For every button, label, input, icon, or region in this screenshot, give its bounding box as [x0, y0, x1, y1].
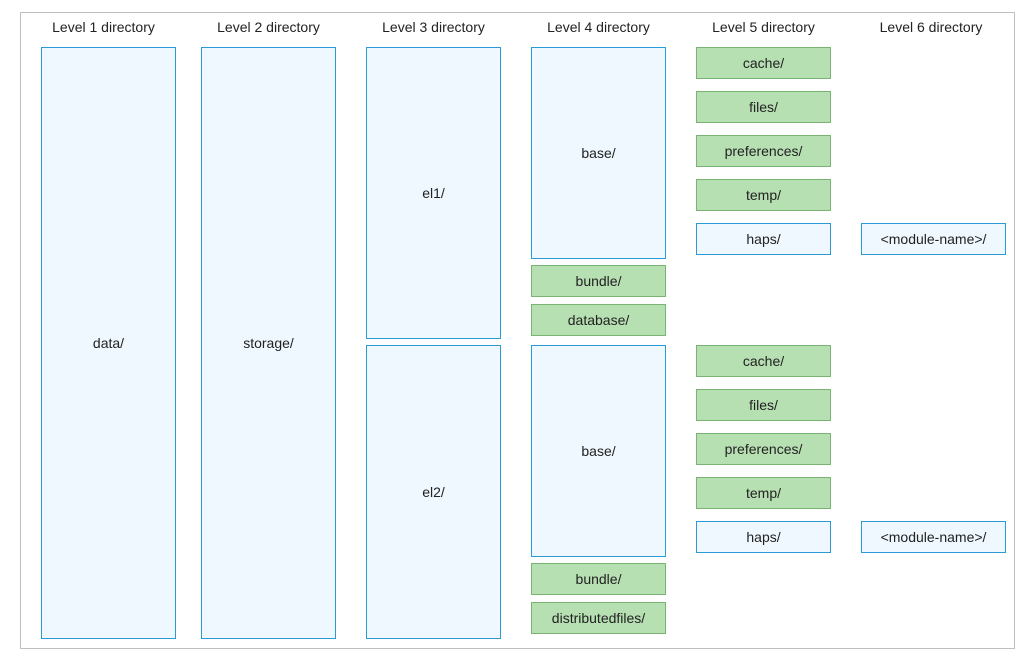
dir-el2-preferences: preferences/	[696, 433, 831, 465]
diagram-frame: Level 1 directory data/ Level 2 director…	[20, 12, 1015, 649]
dir-el2: el2/	[366, 345, 501, 639]
dir-el1-files: files/	[696, 91, 831, 123]
dir-el2-cache: cache/	[696, 345, 831, 377]
col-level-6: Level 6 directory <module-name>/ <module…	[846, 13, 1016, 648]
dir-el2-distributedfiles: distributedfiles/	[531, 602, 666, 634]
dir-data: data/	[41, 47, 176, 639]
dir-el1-cache: cache/	[696, 47, 831, 79]
dir-el1-base: base/	[531, 47, 666, 259]
dir-el2-module-name: <module-name>/	[861, 521, 1006, 553]
col-level-1: Level 1 directory data/	[21, 13, 186, 648]
dir-el2-haps: haps/	[696, 521, 831, 553]
dir-el1-bundle: bundle/	[531, 265, 666, 297]
col-level-4: Level 4 directory base/ bundle/ database…	[516, 13, 681, 648]
dir-el1-database: database/	[531, 304, 666, 336]
dir-el1-preferences: preferences/	[696, 135, 831, 167]
header-level-6: Level 6 directory	[846, 19, 1016, 35]
header-level-1: Level 1 directory	[21, 19, 186, 35]
header-level-2: Level 2 directory	[186, 19, 351, 35]
dir-el2-base: base/	[531, 345, 666, 557]
dir-el1-temp: temp/	[696, 179, 831, 211]
dir-el2-bundle: bundle/	[531, 563, 666, 595]
dir-el2-temp: temp/	[696, 477, 831, 509]
header-level-5: Level 5 directory	[681, 19, 846, 35]
header-level-3: Level 3 directory	[351, 19, 516, 35]
col-level-3: Level 3 directory el1/ el2/	[351, 13, 516, 648]
header-level-4: Level 4 directory	[516, 19, 681, 35]
diagram-canvas: Level 1 directory data/ Level 2 director…	[0, 0, 1035, 661]
dir-el2-files: files/	[696, 389, 831, 421]
col-level-2: Level 2 directory storage/	[186, 13, 351, 648]
col-level-5: Level 5 directory cache/ files/ preferen…	[681, 13, 846, 648]
dir-el1: el1/	[366, 47, 501, 339]
dir-el1-haps: haps/	[696, 223, 831, 255]
dir-storage: storage/	[201, 47, 336, 639]
dir-el1-module-name: <module-name>/	[861, 223, 1006, 255]
